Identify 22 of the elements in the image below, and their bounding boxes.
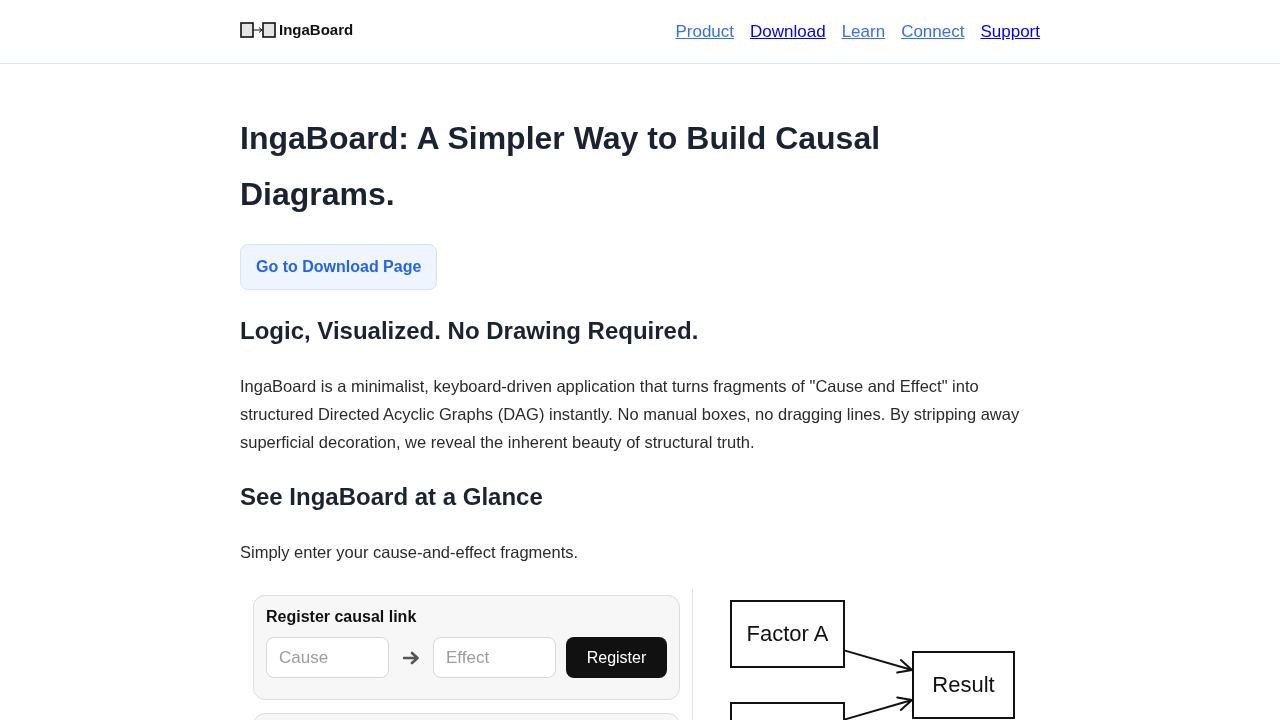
input-field[interactable]: Cause <box>266 637 389 678</box>
page-title: IngaBoard: A Simpler Way to Build Causal Diagrams. <box>240 119 882 214</box>
section-text: Simply enter your cause-and-effect fragments. <box>240 542 580 563</box>
section-heading: See IngaBoard at a Glance <box>240 482 544 512</box>
arrow <box>844 649 913 674</box>
nav-link[interactable]: Product <box>675 21 735 42</box>
nav-link[interactable]: Download <box>750 21 826 42</box>
download-page-button[interactable]: Go to Download Page <box>240 244 438 290</box>
diagram-node: Factor A <box>730 600 845 668</box>
logo-text[interactable]: IngaBoard <box>279 21 354 38</box>
card-title: Register causal link <box>266 607 418 627</box>
nav-link[interactable]: Connect <box>901 21 965 42</box>
section-text: IngaBoard is a minimalist, keyboard-driven application that turns fragments of "Cause and Effect" into structured Directed Acyclic Graphs (DAG) instantly. No manual boxes, no dragging lines. By stripping away superficial decoration, we reveal the inherent beauty of structural truth. <box>240 376 1021 453</box>
nav-link[interactable]: Learn <box>841 21 886 42</box>
diagram-node: Result <box>912 651 1015 719</box>
right-arrow-icon <box>402 650 420 665</box>
input-field[interactable]: Effect <box>433 637 556 678</box>
arrow <box>844 696 913 720</box>
register-button[interactable]: Register <box>566 637 667 678</box>
section-heading: Logic, Visualized. No Drawing Required. <box>240 316 700 346</box>
nav-link[interactable]: Support <box>980 21 1040 42</box>
logo-icon[interactable] <box>240 21 276 38</box>
